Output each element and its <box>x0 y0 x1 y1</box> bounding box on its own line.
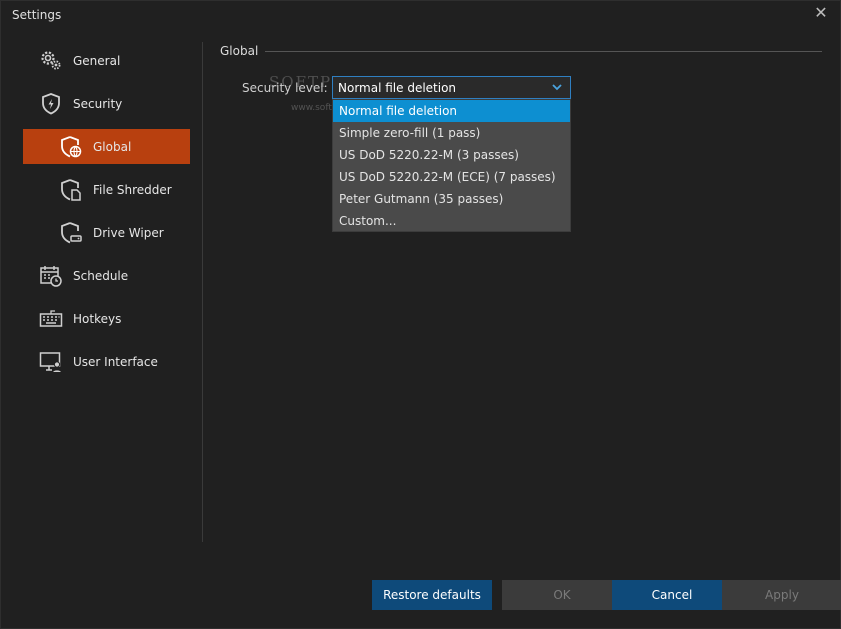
window-title: Settings <box>12 8 62 22</box>
shield-file-icon <box>57 176 85 204</box>
dropdown-option-dod-7[interactable]: US DoD 5220.22-M (ECE) (7 passes) <box>333 166 570 188</box>
shield-drive-icon <box>57 219 85 247</box>
sidebar-item-general[interactable]: General <box>23 43 190 78</box>
calendar-clock-icon <box>37 262 65 290</box>
section-divider <box>265 51 822 52</box>
sidebar-item-file-shredder[interactable]: File Shredder <box>23 172 190 207</box>
sidebar-item-user-interface[interactable]: User Interface <box>23 344 190 379</box>
cancel-button[interactable]: Cancel <box>612 580 732 610</box>
dropdown-option-dod-3[interactable]: US DoD 5220.22-M (3 passes) <box>333 144 570 166</box>
sidebar-item-global[interactable]: Global <box>23 129 190 164</box>
sidebar-divider <box>202 42 203 542</box>
sidebar-item-drive-wiper[interactable]: Drive Wiper <box>23 215 190 250</box>
settings-window: Settings ✕ General Security Global File … <box>0 0 841 629</box>
sidebar-item-label: User Interface <box>73 354 158 369</box>
sidebar-item-security[interactable]: Security <box>23 86 190 121</box>
title-bar: Settings ✕ <box>1 1 840 29</box>
monitor-user-icon <box>37 348 65 376</box>
keyboard-icon <box>37 305 65 333</box>
ok-button[interactable]: OK <box>502 580 622 610</box>
security-level-value: Normal file deletion <box>338 80 457 95</box>
sidebar-item-label: File Shredder <box>93 182 172 197</box>
shield-globe-icon <box>57 133 85 161</box>
sidebar-item-label: General <box>73 53 121 68</box>
security-level-label: Security level: <box>242 81 328 95</box>
dropdown-option-gutmann[interactable]: Peter Gutmann (35 passes) <box>333 188 570 210</box>
chevron-down-icon <box>551 80 563 94</box>
sidebar-item-hotkeys[interactable]: Hotkeys <box>23 301 190 336</box>
security-level-select[interactable]: Normal file deletion <box>332 76 571 99</box>
shield-icon <box>37 90 65 118</box>
sidebar-item-label: Schedule <box>73 268 129 283</box>
restore-defaults-button[interactable]: Restore defaults <box>372 580 492 610</box>
sidebar-item-label: Security <box>73 96 123 111</box>
dropdown-option-zero-fill[interactable]: Simple zero-fill (1 pass) <box>333 122 570 144</box>
security-level-dropdown: Normal file deletion Simple zero-fill (1… <box>332 99 571 232</box>
dropdown-option-custom[interactable]: Custom... <box>333 210 570 232</box>
sidebar-item-schedule[interactable]: Schedule <box>23 258 190 293</box>
dropdown-option-normal[interactable]: Normal file deletion <box>333 100 570 122</box>
gear-icon <box>37 47 65 75</box>
sidebar-item-label: Drive Wiper <box>93 225 164 240</box>
section-title: Global <box>220 44 259 58</box>
close-button[interactable]: ✕ <box>810 2 832 24</box>
sidebar-item-label: Hotkeys <box>73 311 122 326</box>
apply-button[interactable]: Apply <box>722 580 841 610</box>
sidebar-item-label: Global <box>93 139 132 154</box>
